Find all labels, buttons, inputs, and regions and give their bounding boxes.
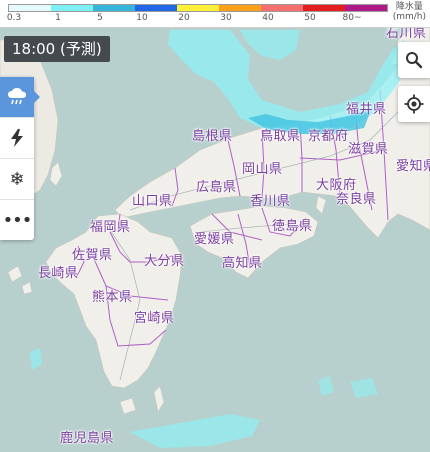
legend-swatch <box>261 5 303 11</box>
legend-unit-mmh: (mm/h) <box>392 12 426 22</box>
more-icon: ••• <box>2 209 33 231</box>
place-label-nagasaki: 長崎県 <box>38 266 79 281</box>
legend-label: 50 <box>304 13 316 23</box>
place-label-nara: 奈良県 <box>336 192 377 207</box>
legend-label: 80~ <box>342 13 362 23</box>
rain-cloud-icon <box>8 88 26 105</box>
rain-layer-button[interactable] <box>0 77 40 118</box>
legend-swatch <box>51 5 93 11</box>
current-location-button[interactable] <box>398 86 430 122</box>
legend-label: 10 <box>136 13 148 23</box>
place-label-kochi: 高知県 <box>222 256 263 271</box>
legend-swatch <box>93 5 135 11</box>
snowflake-icon: ❄ <box>9 168 25 190</box>
lightning-layer-button[interactable] <box>0 118 34 159</box>
legend-unit: 降水量 (mm/h) <box>393 2 426 22</box>
precipitation-legend: 0.3 1 5 10 20 30 40 50 80~ 降水量 (mm/h) <box>0 0 430 28</box>
place-label-tokushima: 徳島県 <box>272 219 313 234</box>
legend-swatch <box>219 5 261 11</box>
layer-toolbar: ❄ ••• <box>0 77 40 240</box>
legend-label: 40 <box>262 13 274 23</box>
place-label-yamaguchi: 山口県 <box>132 194 173 209</box>
legend-swatch <box>345 5 387 11</box>
place-label-hiroshima: 広島県 <box>196 180 237 195</box>
forecast-time-badge: 18:00 (予測) <box>4 36 110 62</box>
legend-unit-title: 降水量 <box>395 2 423 12</box>
legend-label: 1 <box>55 13 61 23</box>
legend-swatch <box>177 5 219 11</box>
place-label-aichi: 愛知県 <box>396 159 430 174</box>
legend-swatch <box>303 5 345 11</box>
place-label-kyoto: 京都府 <box>308 129 349 144</box>
location-icon <box>404 94 424 114</box>
more-button[interactable]: ••• <box>0 200 34 240</box>
place-label-kumamoto: 熊本県 <box>92 290 133 305</box>
place-label-ehime: 愛媛県 <box>194 232 235 247</box>
search-icon <box>406 52 423 69</box>
map-canvas[interactable] <box>0 0 430 452</box>
place-label-fukuoka: 福岡県 <box>90 220 131 235</box>
place-label-okayama: 岡山県 <box>242 162 283 177</box>
snow-layer-button[interactable]: ❄ <box>0 159 34 200</box>
legend-swatch <box>9 5 51 11</box>
place-label-shiga: 滋賀県 <box>348 142 389 157</box>
place-label-oita: 大分県 <box>144 254 185 269</box>
place-label-kagoshima: 鹿児島県 <box>60 431 115 446</box>
legend-label: 5 <box>97 13 103 23</box>
place-label-fukui: 福井県 <box>346 102 387 117</box>
legend-label: 20 <box>178 13 190 23</box>
place-label-kagawa: 香川県 <box>250 194 291 209</box>
place-label-saga: 佐賀県 <box>72 248 113 263</box>
search-button[interactable] <box>398 42 430 78</box>
lightning-icon <box>11 129 23 147</box>
legend-label: 0.3 <box>6 13 22 23</box>
legend-label: 30 <box>220 13 232 23</box>
legend-color-scale <box>8 4 388 12</box>
place-label-tottori: 鳥取県 <box>260 129 301 144</box>
place-label-shimane: 島根県 <box>192 129 233 144</box>
legend-swatch <box>135 5 177 11</box>
place-label-miyazaki: 宮崎県 <box>134 311 175 326</box>
